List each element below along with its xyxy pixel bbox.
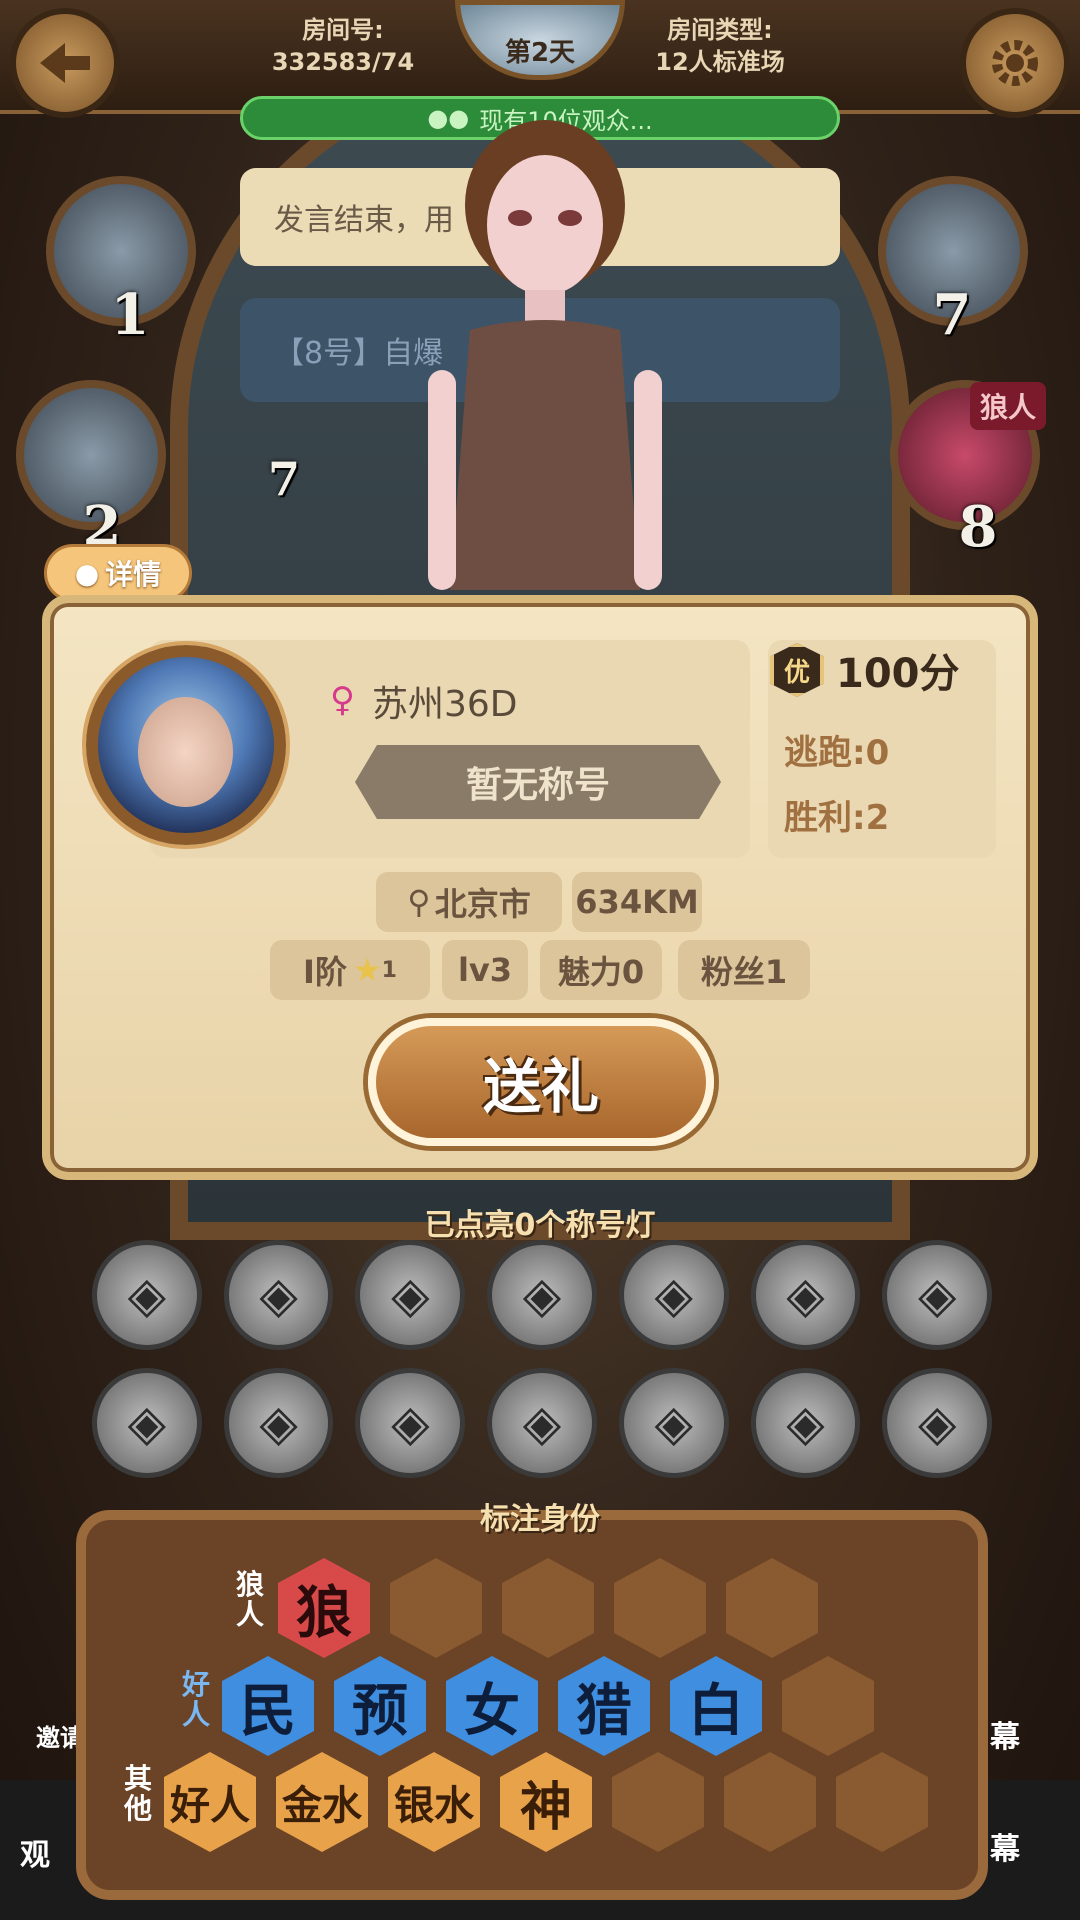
wolf-icon[interactable]: ◈ (92, 1240, 202, 1350)
wolf-row-label: 狼人 (235, 1568, 264, 1631)
avatar-face (138, 697, 233, 807)
player-name: 苏州36D (372, 684, 518, 725)
scroll-icon[interactable]: ◈ (92, 1368, 202, 1478)
tag-god[interactable]: 神 (500, 1752, 592, 1852)
distance-chip: 634KM (572, 872, 702, 932)
medal-icon[interactable]: ◈ (355, 1368, 466, 1478)
seat-number: 8 (958, 494, 998, 560)
role-wolf[interactable]: 狼 (278, 1558, 370, 1658)
level-chip: lv3 (442, 940, 528, 1000)
gear-icon (992, 40, 1038, 86)
profile-avatar[interactable] (86, 645, 286, 845)
score-value: 100分 (836, 651, 960, 697)
other-roles-row: 好人 金水 银水 神 (164, 1752, 928, 1852)
settings-button[interactable] (960, 8, 1070, 118)
role-seer[interactable]: 预 (334, 1656, 426, 1756)
charm-chip: 魅力0 (540, 940, 662, 1000)
title-lights-heading: 已点亮0个称号灯 (424, 1208, 656, 1243)
send-gift-button[interactable]: 送礼 (368, 1018, 714, 1146)
danmaku-label[interactable]: 幕 (990, 1712, 1020, 1756)
other-row-label: 其他 (123, 1762, 152, 1825)
empty-slot (390, 1558, 482, 1658)
grade-badge-icon: 优 (770, 643, 824, 697)
room-number: 房间号: 332583/74 (258, 14, 428, 78)
escape-count: 逃跑:0 (784, 733, 890, 773)
lovers-icon[interactable]: ◈ (882, 1368, 993, 1478)
good-row-label: 好人 (181, 1668, 210, 1731)
witch-icon[interactable]: ◈ (750, 1368, 861, 1478)
back-button[interactable] (10, 8, 120, 118)
room-number-value: 332583/74 (271, 48, 415, 76)
seat-number: 1 (110, 282, 150, 348)
empty-slot (614, 1558, 706, 1658)
empty-slot (612, 1752, 704, 1852)
role-witch[interactable]: 女 (446, 1656, 538, 1756)
cards-icon[interactable]: ◈ (618, 1240, 729, 1350)
tag-gold-water[interactable]: 金水 (276, 1752, 368, 1852)
win-count: 胜利:2 (784, 798, 890, 838)
fans-chip: 粉丝1 (678, 940, 810, 1000)
werewolf-icon[interactable]: ◈ (223, 1240, 334, 1350)
location-text: 北京市 (434, 885, 531, 923)
empty-slot (836, 1752, 928, 1852)
werewolf-tag: 狼人 (970, 382, 1047, 430)
title-icons-row-1: ◈ ◈ ◈ ◈ ◈ ◈ ◈ (92, 1240, 993, 1350)
rank-text: I阶 (303, 953, 347, 991)
shield-sword-icon[interactable]: ◈ (487, 1368, 597, 1478)
danmaku-toggle[interactable]: 幕 (990, 1824, 1020, 1868)
back-arrow-icon (40, 43, 90, 83)
detail-tab-label: 详情 (105, 558, 162, 591)
location-pin-icon: ⚲ (407, 883, 431, 921)
wolf-roles-row: 狼 (278, 1558, 818, 1658)
role-hunter[interactable]: 猎 (558, 1656, 650, 1756)
room-type: 房间类型: 12人标准场 (630, 14, 810, 78)
seat-number: 7 (267, 452, 300, 506)
good-roles-row: 民 预 女 猎 白 (222, 1656, 874, 1756)
seat-number: 7 (932, 282, 972, 348)
empty-slot (782, 1656, 874, 1756)
female-icon: ♀ (330, 680, 355, 720)
score-row: 优 100分 (770, 640, 996, 700)
empty-slot (502, 1558, 594, 1658)
character-illustration (428, 120, 662, 590)
room-type-value: 12人标准场 (655, 48, 785, 76)
watch-label: 观 (20, 1838, 50, 1873)
mask-icon[interactable]: ◈ (487, 1240, 597, 1350)
empty-slot (724, 1752, 816, 1852)
player-title-banner: 暂无称号 (355, 745, 721, 819)
room-number-label: 房间号: (302, 16, 384, 44)
empty-slot (726, 1558, 818, 1658)
user-icon: ● (74, 556, 100, 590)
role-villager[interactable]: 民 (222, 1656, 314, 1756)
potion-cup-icon[interactable]: ◈ (355, 1240, 466, 1350)
tag-silver-water[interactable]: 银水 (388, 1752, 480, 1852)
bottles-icon[interactable]: ◈ (882, 1240, 993, 1350)
star-icon: ★ (352, 951, 382, 989)
tombstone-icon[interactable]: ◈ (618, 1368, 729, 1478)
location-chip: ⚲ 北京市 (376, 872, 562, 932)
tag-good-person[interactable]: 好人 (164, 1752, 256, 1852)
rank-star-number: 1 (381, 957, 397, 983)
rank-chip: I阶 ★ 1 (270, 940, 430, 1000)
detail-tab[interactable]: ● 详情 (44, 544, 192, 602)
claw-icon[interactable]: ◈ (223, 1368, 334, 1478)
role-idiot[interactable]: 白 (670, 1656, 762, 1756)
hammer-bow-icon[interactable]: ◈ (750, 1240, 861, 1350)
identity-heading: 标注身份 (480, 1502, 600, 1537)
room-type-label: 房间类型: (667, 16, 773, 44)
title-icons-row-2: ◈ ◈ ◈ ◈ ◈ ◈ ◈ (92, 1368, 993, 1478)
